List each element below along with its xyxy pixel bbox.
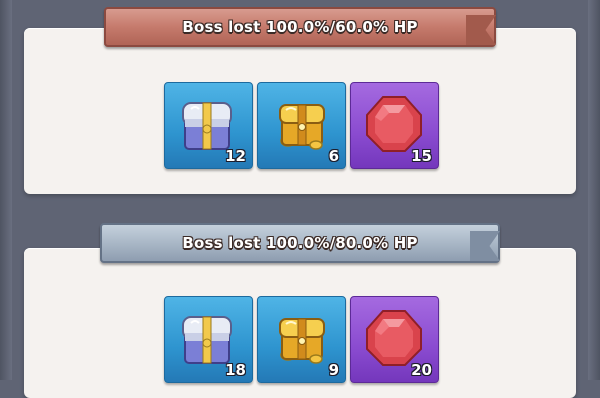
frame-right-edge [588, 0, 600, 380]
tier-header-text: Boss lost 100.0%/60.0% HP [182, 18, 418, 36]
tier-header-ribbon-1: Boss lost 100.0%/60.0% HP [104, 5, 496, 49]
reward-count: 18 [225, 361, 246, 379]
reward-tile-red-gem[interactable]: 20 [350, 296, 439, 383]
reward-count: 15 [411, 147, 432, 165]
tier-header-text: Boss lost 100.0%/80.0% HP [182, 234, 418, 252]
reward-tile-gold-chest[interactable]: 9 [257, 296, 346, 383]
gold-chest-icon [279, 318, 325, 364]
reward-count: 20 [411, 361, 432, 379]
ribbon-body: Boss lost 100.0%/60.0% HP [104, 7, 496, 47]
ribbon-body: Boss lost 100.0%/80.0% HP [100, 223, 500, 263]
reward-count: 6 [328, 147, 339, 165]
reward-tile-silver-chest[interactable]: 18 [164, 296, 253, 383]
tier-header-ribbon-2: Boss lost 100.0%/80.0% HP [100, 221, 500, 265]
reward-tile-red-gem[interactable]: 15 [350, 82, 439, 169]
reward-row-2: 18 9 20 [164, 296, 439, 383]
gold-chest-icon [279, 104, 325, 150]
reward-row-1: 12 6 15 [164, 82, 439, 169]
reward-count: 9 [328, 361, 339, 379]
reward-count: 12 [225, 147, 246, 165]
reward-tile-silver-chest[interactable]: 12 [164, 82, 253, 169]
reward-tile-gold-chest[interactable]: 6 [257, 82, 346, 169]
frame-left-edge [0, 0, 12, 380]
